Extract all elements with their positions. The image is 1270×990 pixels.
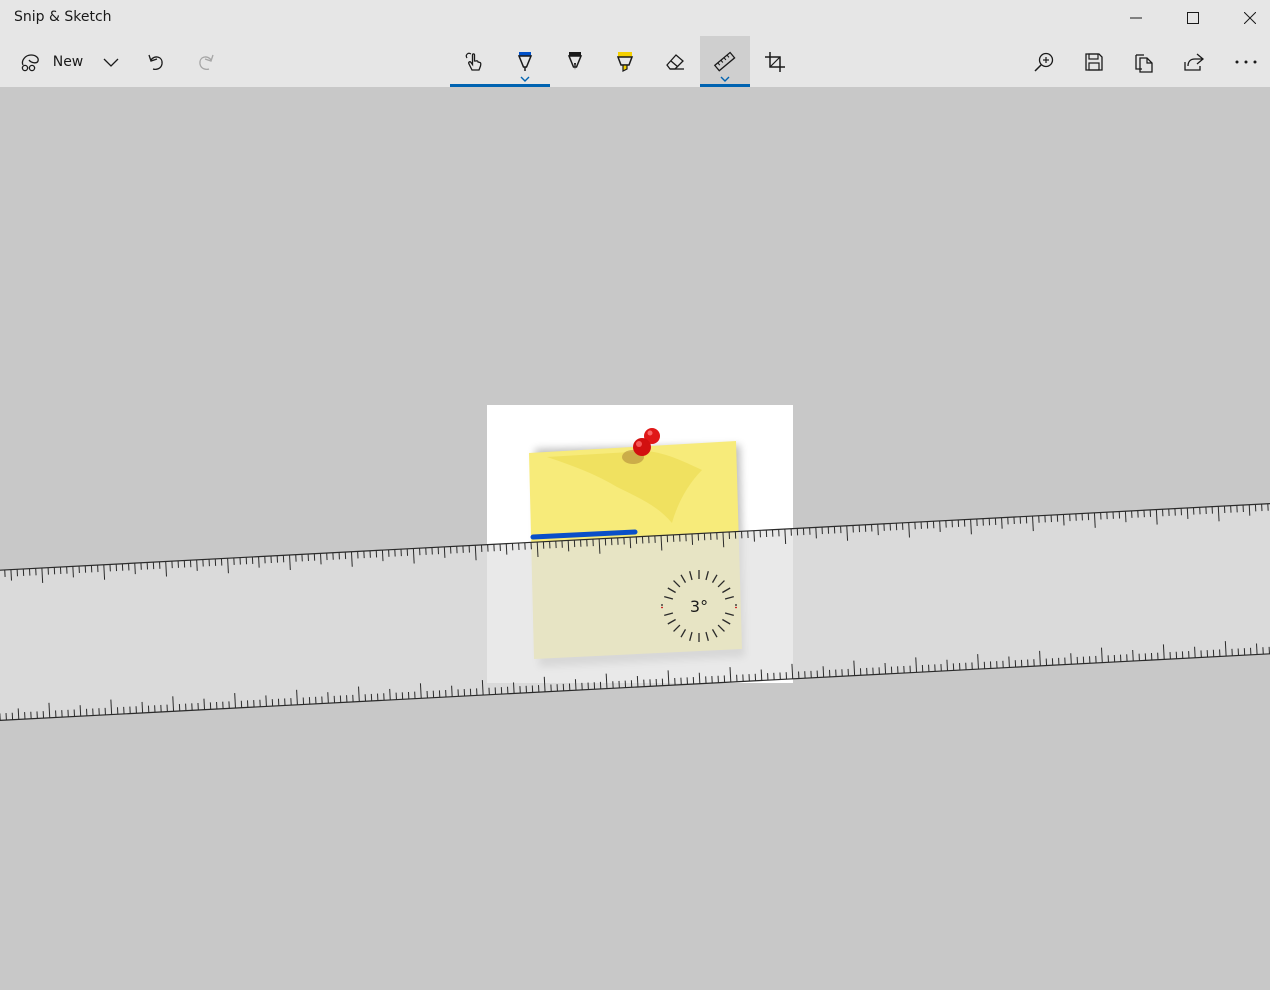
ruler-tick [1256,643,1258,655]
ruler-tick [760,669,763,681]
ruler-tick [389,688,391,700]
ruler-tick [815,527,817,539]
ruler-tick [505,543,508,555]
highlighter-icon [616,51,634,72]
ballpoint-pen-icon [517,51,533,71]
ruler-tick [1008,656,1010,668]
ballpoint-pen-button[interactable] [500,36,550,87]
copy-icon [1135,53,1153,73]
share-button[interactable] [1169,36,1219,87]
ruler-tick [884,662,887,674]
ruler-tick [1124,511,1127,523]
ruler-tick [327,692,329,704]
ruler-tick [203,698,206,710]
new-snip-options-button[interactable] [96,36,126,87]
more-options-button[interactable] [1222,36,1270,87]
touch-writing-button[interactable] [450,36,500,87]
ruler-tick [1132,649,1134,662]
ruler-tick [753,530,755,542]
new-label: New [52,53,84,70]
pencil-button[interactable] [550,36,600,87]
close-button[interactable] [1222,0,1270,36]
ruler-tick [1186,507,1189,519]
touch-writing-icon [465,52,482,71]
drawing-canvas[interactable]: 3° [0,87,1270,990]
ruler-tick [946,659,949,671]
ruler-tick [196,559,198,571]
copy-button[interactable] [1119,36,1169,87]
ruler-tick [72,566,74,578]
ruler-tick [629,537,632,549]
ruler-tick [141,701,144,713]
ruler-tick [698,672,701,684]
ruler-tick [1194,646,1196,658]
ruler-tick [939,520,941,532]
title-bar: Snip & Sketch [0,0,1270,36]
ruler-tick [1062,514,1065,526]
ruler-tick [1001,517,1003,529]
minimize-button[interactable] [1108,0,1164,36]
share-icon [1184,53,1205,71]
ruler-tick [691,533,694,545]
ruler-tick [79,705,82,717]
ruler-tick [258,556,260,568]
ruler-button[interactable] [700,36,750,87]
ruler-tick [381,550,384,562]
maximize-icon [1187,12,1199,24]
undo-button[interactable] [138,36,174,87]
ruler-tick [822,666,825,678]
redo-icon [199,54,214,70]
ruler-tick [513,682,515,694]
zoom-icon [1034,52,1054,72]
ruler-angle-label: 3° [690,597,708,616]
new-snip-button[interactable]: New [12,36,90,87]
ruler-tick [443,546,446,558]
pencil-icon [567,51,583,70]
zoom-button[interactable] [1019,36,1069,87]
redo-button[interactable] [188,36,224,87]
minimize-icon [1130,17,1142,19]
toolbar: New [0,36,1270,87]
eraser-button[interactable] [650,36,700,87]
ruler-tick [320,553,322,565]
crop-button[interactable] [750,36,800,87]
ruler-options-chevron-icon [720,76,730,82]
ruler-icon [713,51,736,72]
maximize-button[interactable] [1165,0,1221,36]
save-icon [1085,52,1103,71]
ruler-body[interactable] [0,490,1270,734]
ruler-tick [265,695,267,707]
ruler-tick [451,685,453,697]
ruler-tick [574,679,577,691]
ruler-tick [1070,653,1072,665]
eraser-icon [666,53,684,70]
ruler[interactable]: 3° [0,87,1270,990]
ruler-tick [877,524,879,536]
crop-icon [765,51,785,72]
ruler-tick [636,675,639,687]
snip-icon [21,53,39,71]
highlighter-button[interactable] [600,36,650,87]
save-button[interactable] [1069,36,1119,87]
close-icon [1244,12,1256,24]
ruler-tick [134,563,136,575]
app-title: Snip & Sketch [14,9,112,25]
ruler-tick [10,569,13,581]
ruler-tick [17,708,20,720]
more-icon [1235,60,1257,63]
ruler-tick [567,540,570,552]
ruler-tick [1248,504,1251,516]
pen-options-chevron-icon [520,76,530,82]
chevron-down-icon [103,58,119,67]
undo-icon [148,54,163,70]
